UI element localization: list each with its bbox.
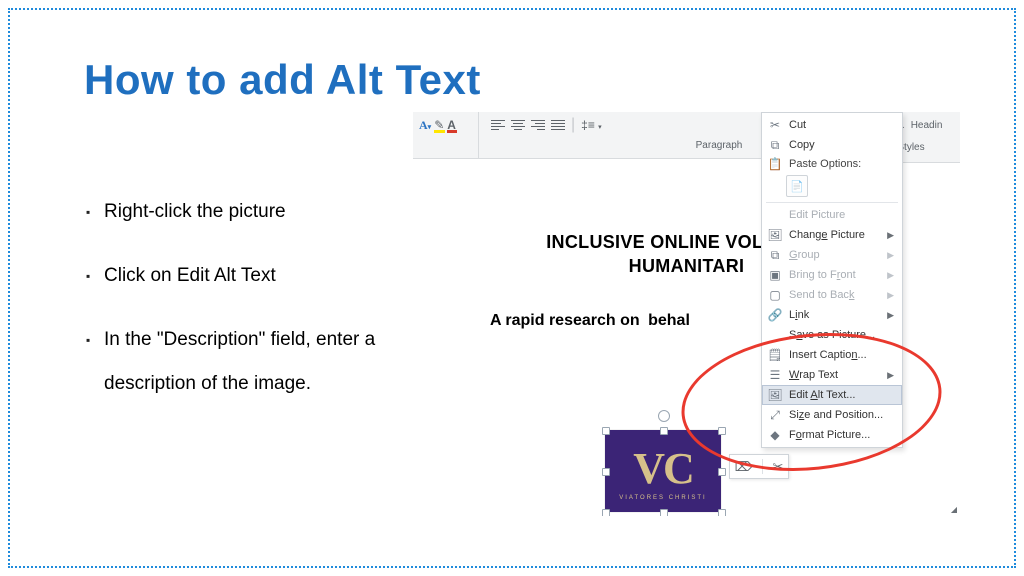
logo-letters: VC [633,441,693,491]
ctx-cut[interactable]: ✂ Cut [762,115,902,135]
size-icon: ⤢ [768,408,782,422]
chevron-right-icon: ▶ [887,370,894,381]
font-dialog-launcher-icon[interactable]: ◢ [951,505,957,514]
resize-handle[interactable] [660,509,668,516]
paste-options: 📄 [762,173,902,200]
chevron-right-icon: ▶ [887,250,894,261]
scissors-icon: ✂ [768,118,782,132]
ctx-edit-picture: Edit Picture [762,205,902,225]
group-icon: ⧉ [768,248,782,262]
resize-handle[interactable] [602,468,610,476]
alt-text-icon: 🖼 [768,388,782,402]
line-spacing-icon[interactable]: ‡≡ ▾ [581,118,602,132]
ctx-save-as-picture[interactable]: Save as Picture... [762,325,902,345]
resize-handle[interactable] [718,427,726,435]
font-group: A▾ ✎ A ◢ [413,112,479,158]
ctx-change-picture[interactable]: 🖼 Change Picture ▶ [762,225,902,245]
link-icon: 🔗 [768,308,782,322]
layout-options-toolbar[interactable]: ⌦ ✂ [729,454,789,479]
ctx-insert-caption[interactable]: 🗒 Insert Caption... [762,345,902,365]
ctx-paste-header: 📋 Paste Options: [762,155,902,173]
bullet-item: Right-click the picture [86,190,396,234]
ctx-group: ⧉ Group ▶ [762,245,902,265]
resize-handle[interactable] [602,509,610,516]
divider [762,459,763,474]
resize-handle[interactable] [660,427,668,435]
caption-icon: 🗒 [768,348,782,362]
paragraph-label: Paragraph [696,140,743,151]
bring-front-icon: ▣ [768,268,782,282]
slide-title: How to add Alt Text [84,56,481,104]
change-picture-icon: 🖼 [768,228,782,242]
separator [766,202,898,203]
bullet-list: Right-click the picture Click on Edit Al… [86,190,396,426]
bullet-item: Click on Edit Alt Text [86,254,396,298]
chevron-right-icon: ▶ [887,270,894,281]
save-icon [768,328,782,342]
align-right-icon[interactable] [531,120,545,131]
font-color-style-icon[interactable]: A▾ [419,118,431,133]
layout-options-icon[interactable]: ⌦ [735,459,753,475]
ctx-copy[interactable]: ⧉ Copy [762,135,902,155]
bullet-item: In the "Description" field, enter a desc… [86,318,396,406]
resize-handle[interactable] [718,468,726,476]
align-left-icon[interactable] [491,120,505,131]
wrap-text-icon: ☰ [768,368,782,382]
copy-icon: ⧉ [768,138,782,152]
ctx-format-picture[interactable]: ◆ Format Picture... [762,425,902,445]
ctx-edit-alt-text[interactable]: 🖼 Edit Alt Text... [762,385,902,405]
ctx-link[interactable]: 🔗 Link ▶ [762,305,902,325]
context-menu: ✂ Cut ⧉ Copy 📋 Paste Options: 📄 Edit Pic… [761,112,903,448]
paste-option-button[interactable]: 📄 [786,175,808,197]
resize-handle[interactable] [602,427,610,435]
rotate-handle-icon[interactable] [658,410,670,422]
ctx-wrap-text[interactable]: ☰ Wrap Text ▶ [762,365,902,385]
selected-image[interactable]: VC VIATORES CHRISTI [605,430,721,512]
logo-subtext: VIATORES CHRISTI [619,495,706,501]
chevron-right-icon: ▶ [887,310,894,321]
ctx-size-position[interactable]: ⤢ Size and Position... [762,405,902,425]
highlight-icon[interactable]: ✎ [434,118,444,132]
ctx-send-back: ▢ Send to Back ▶ [762,285,902,305]
chevron-right-icon: ▶ [887,230,894,241]
align-center-icon[interactable] [511,120,525,131]
align-justify-icon[interactable] [551,120,565,131]
ctx-bring-front: ▣ Bring to Front ▶ [762,265,902,285]
chevron-right-icon: ▶ [887,290,894,301]
crop-icon[interactable]: ✂ [772,459,783,475]
style-item[interactable]: Headin [911,120,943,131]
resize-handle[interactable] [718,509,726,516]
send-back-icon: ▢ [768,288,782,302]
font-color-icon[interactable]: A [447,118,456,132]
format-icon: ◆ [768,428,782,442]
clipboard-icon: 📋 [768,157,782,171]
blank-icon [768,208,782,222]
word-screenshot: A▾ ✎ A ◢ | ‡≡ ▾ Paragraph ◢ [413,112,960,516]
